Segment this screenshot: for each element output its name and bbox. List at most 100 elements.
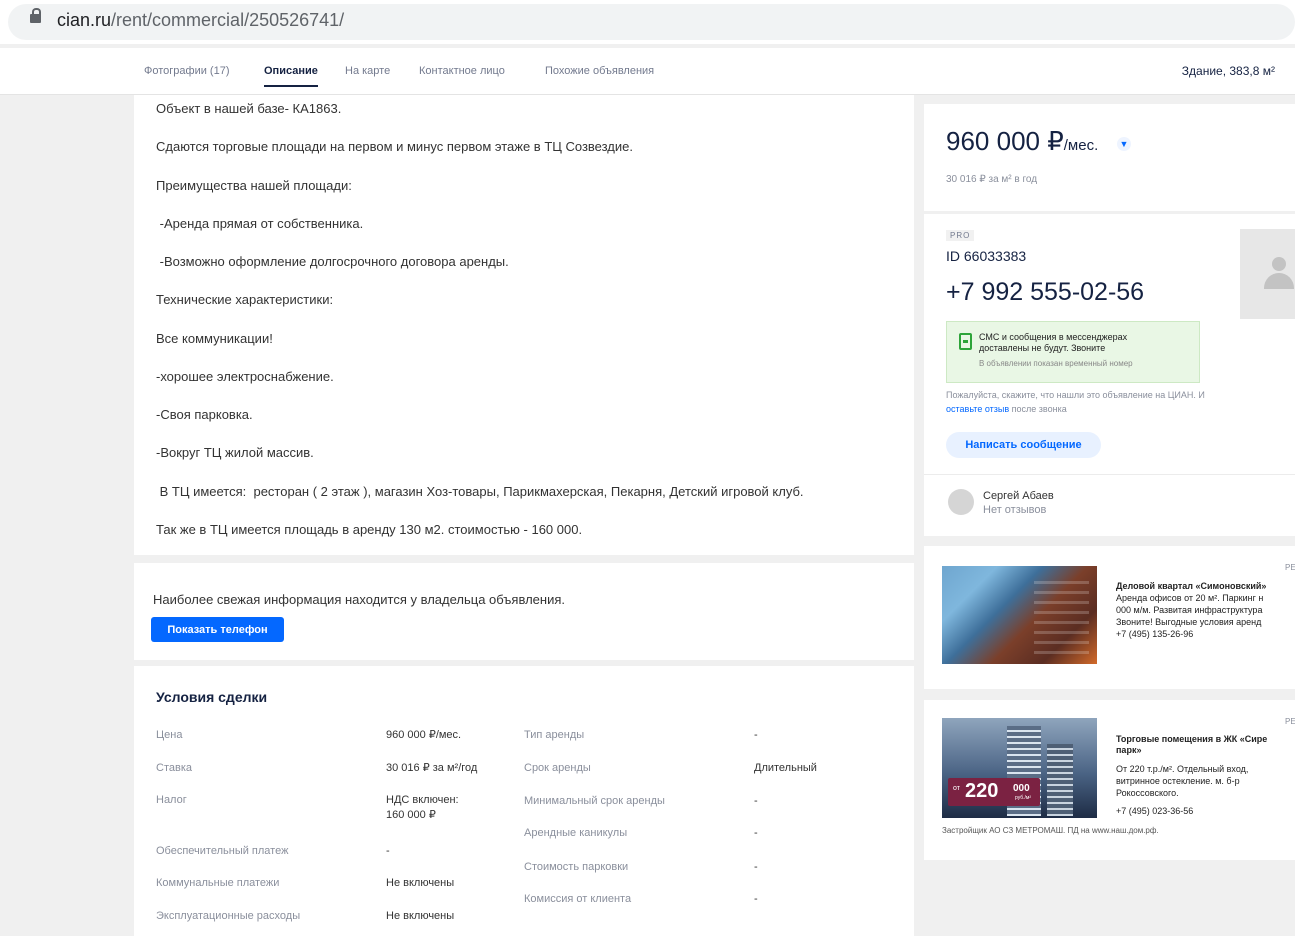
user-silhouette-body <box>1264 273 1294 289</box>
agent-reviews: Нет отзывов <box>983 504 1047 516</box>
url-path: /rent/commercial/250526741/ <box>111 10 345 30</box>
listing-nav: Фотографии (17) Описание На карте Контак… <box>0 48 1295 95</box>
chevron-down-icon[interactable]: ▼ <box>1117 137 1131 151</box>
ad-label: РЕ <box>1285 717 1295 726</box>
deal-value: - <box>386 845 390 857</box>
description-line: -Возможно оформление долгосрочного догов… <box>156 254 509 269</box>
deal-value: - <box>754 729 758 741</box>
description-line: -Аренда прямая от собственника. <box>156 216 364 231</box>
building-area: Здание, 383,8 м² <box>1181 64 1275 78</box>
deal-key: Коммунальные платежи <box>156 877 280 889</box>
deal-key: Арендные каникулы <box>524 827 628 839</box>
review-request: Пожалуйста, скажите, что нашли это объяв… <box>946 388 1228 416</box>
deal-value: - <box>754 827 758 839</box>
agent-name[interactable]: Сергей Абаев <box>983 490 1054 502</box>
agency-id: ID 66033383 <box>946 248 1027 264</box>
description-line: Так же в ТЦ имеется площадь в аренду 130… <box>156 522 583 537</box>
description-line: -хорошее электроснабжение. <box>156 369 334 384</box>
deal-value: Не включены <box>386 877 455 889</box>
lock-icon <box>30 8 41 23</box>
deal-value: Не включены <box>386 910 455 922</box>
ad-phone: +7 (495) 023-36-56 <box>1116 806 1194 816</box>
agency-avatar <box>1240 229 1295 319</box>
ad-label: РЕ <box>1285 563 1295 572</box>
ad-image: от 220 000 руб./м² <box>942 718 1097 818</box>
phone-number[interactable]: +7 992 555-02-56 <box>946 278 1144 307</box>
sms-line: СМС и сообщения в мессенджерах <box>979 332 1128 342</box>
badge-suffix: 000 <box>1013 783 1030 794</box>
sms-warning-text: СМС и сообщения в мессенджерах доставлены… <box>979 332 1127 354</box>
deal-key: Тип аренды <box>524 729 585 741</box>
deal-key: Комиссия от клиента <box>524 893 632 905</box>
deal-conditions-card: Условия сделки Цена 960 000 ₽/мес. Ставк… <box>134 666 914 936</box>
price-value: 960 000 ₽ <box>946 126 1064 156</box>
ad-line: Аренда офисов от 20 м². Паркинг н <box>1116 593 1264 603</box>
ad-line: витринное остекление. м. б-р <box>1116 776 1240 786</box>
description-line: Технические характеристики: <box>156 292 334 307</box>
ad-line: От 220 т.р./м². Отдельный вход, <box>1116 764 1249 774</box>
ad-phone: +7 (495) 135-26-96 <box>1116 629 1194 639</box>
price-badge: от 220 000 руб./м² <box>948 778 1040 806</box>
price-per-m2: 30 016 ₽ за м² в год <box>946 174 1038 185</box>
description-line: Объект в нашей базе- КА1863. <box>156 101 342 116</box>
url-host: cian.ru <box>57 10 112 30</box>
sms-note: В объявлении показан временный номер <box>979 359 1133 368</box>
show-phone-button[interactable]: Показать телефон <box>151 617 284 642</box>
ad-card[interactable]: от 220 000 руб./м² РЕ Торговые помещения… <box>924 700 1295 860</box>
owner-notice-card: Наиболее свежая информация находится у в… <box>134 563 914 660</box>
description-line: -Своя парковка. <box>156 407 253 422</box>
browser-address-bar[interactable]: cian.ru/rent/commercial/250526741/ <box>0 0 1295 44</box>
badge-unit: руб./м² <box>1015 795 1032 801</box>
ad-image <box>942 566 1097 664</box>
tab-description[interactable]: Описание <box>264 65 318 87</box>
review-request-text: Пожалуйста, скажите, что нашли это объяв… <box>946 390 1205 400</box>
agent-avatar <box>948 489 974 515</box>
ad-card[interactable]: РЕ Деловой квартал «Симоновский» Аренда … <box>924 546 1295 689</box>
ad-line: Звоните! Выгодные условия аренд <box>1116 617 1262 627</box>
ad-title: Деловой квартал «Симоновский» <box>1116 581 1267 591</box>
deal-value: - <box>754 861 758 873</box>
deal-value: 960 000 ₽/мес. <box>386 729 462 741</box>
deal-value: - <box>754 893 758 905</box>
pro-badge: PRO <box>946 230 975 241</box>
user-silhouette-icon <box>1272 257 1286 271</box>
deal-title: Условия сделки <box>156 689 268 705</box>
sms-warning: СМС и сообщения в мессенджерах доставлены… <box>946 321 1200 383</box>
deal-key: Обеспечительный платеж <box>156 845 289 857</box>
badge-prefix: от <box>953 785 960 792</box>
ad-line: 000 м/м. Развитая инфраструктура <box>1116 605 1263 615</box>
ad-footer: Застройщик АО СЗ МЕТРОМАШ. ПД на www.наш… <box>942 826 1159 835</box>
owner-notice-text: Наиболее свежая информация находится у в… <box>153 592 565 607</box>
deal-key: Срок аренды <box>524 762 591 774</box>
ad-title: парк» <box>1116 745 1142 755</box>
tab-contact[interactable]: Контактное лицо <box>419 65 505 77</box>
description-line: -Вокруг ТЦ жилой массив. <box>156 445 314 460</box>
sms-line: доставлены не будут. Звоните <box>979 343 1106 353</box>
ad-line: Рокоссовского. <box>1116 788 1179 798</box>
leave-review-link[interactable]: оставьте отзыв <box>946 404 1009 414</box>
price-unit: /мес. <box>1063 137 1099 154</box>
price-card: 960 000 ₽/мес. ▼ 30 016 ₽ за м² в год <box>924 104 1295 211</box>
url-text[interactable]: cian.ru/rent/commercial/250526741/ <box>57 10 344 31</box>
deal-key: Ставка <box>156 762 192 774</box>
description-card: Объект в нашей базе- КА1863. Сдаются тор… <box>134 95 914 555</box>
contact-card: PRO ID 66033383 +7 992 555-02-56 СМС и с… <box>924 214 1295 536</box>
deal-value: 30 016 ₽ за м²/год <box>386 762 478 774</box>
tab-photos[interactable]: Фотографии (17) <box>144 65 229 77</box>
deal-key: Эксплуатационные расходы <box>156 910 301 922</box>
deal-value: НДС включен: 160 000 ₽ <box>386 794 459 821</box>
tab-similar[interactable]: Похожие объявления <box>545 65 654 77</box>
deal-key: Налог <box>156 794 187 806</box>
deal-key: Стоимость парковки <box>524 861 629 873</box>
tab-map[interactable]: На карте <box>345 65 390 77</box>
review-request-tail: после звонка <box>1011 404 1067 414</box>
description-line: Сдаются торговые площади на первом и мин… <box>156 139 633 154</box>
price-amount: 960 000 ₽/мес. <box>946 126 1098 157</box>
deal-value: - <box>754 795 758 807</box>
write-message-button[interactable]: Написать сообщение <box>946 432 1101 458</box>
deal-key: Минимальный срок аренды <box>524 795 665 807</box>
badge-number: 220 <box>965 780 999 802</box>
description-line: Все коммуникации! <box>156 331 273 346</box>
phone-icon <box>959 333 972 350</box>
description-line: В ТЦ имеется: ресторан ( 2 этаж ), магаз… <box>156 484 804 499</box>
